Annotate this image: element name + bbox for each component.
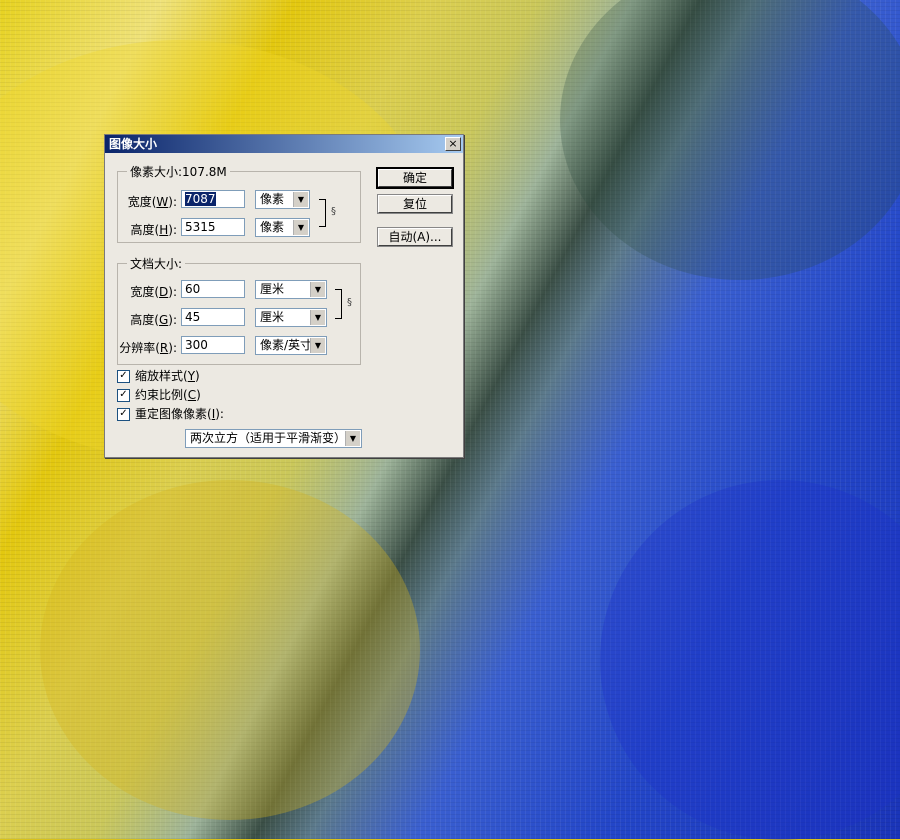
doc-width-label: 宽度(D):: [130, 285, 177, 299]
doc-link-bracket: [335, 289, 342, 319]
auto-button[interactable]: 自动(A)...: [377, 227, 453, 247]
checkbox-checked-icon: ✓: [117, 370, 130, 383]
close-icon[interactable]: ×: [445, 137, 461, 151]
image-size-dialog: 图像大小 × 像素大小:107.8M 宽度(W): 7087 像素 ▼ 高度(H…: [104, 134, 464, 458]
doc-height-input[interactable]: 45: [181, 308, 245, 326]
pixel-width-input[interactable]: 7087: [181, 190, 245, 208]
chevron-down-icon: ▼: [310, 338, 325, 353]
ok-button[interactable]: 确定: [376, 167, 454, 189]
chain-link-icon: §: [347, 297, 352, 308]
resample-image-checkbox[interactable]: ✓ 重定图像像素(I):: [117, 407, 224, 423]
checkbox-checked-icon: ✓: [117, 389, 130, 402]
resolution-label: 分辨率(R):: [119, 341, 177, 355]
pixel-width-unit-select[interactable]: 像素 ▼: [255, 190, 310, 209]
chain-link-icon: §: [331, 206, 336, 217]
chevron-down-icon: ▼: [293, 220, 308, 235]
resolution-input[interactable]: 300: [181, 336, 245, 354]
resolution-unit-select[interactable]: 像素/英寸 ▼: [255, 336, 327, 355]
doc-width-unit-select[interactable]: 厘米 ▼: [255, 280, 327, 299]
document-size-legend: 文档大小:: [127, 255, 186, 272]
constrain-proportions-checkbox[interactable]: ✓ 约束比例(C): [117, 388, 201, 404]
doc-height-unit-select[interactable]: 厘米 ▼: [255, 308, 327, 327]
checkbox-checked-icon: ✓: [117, 408, 130, 421]
pixel-width-label: 宽度(W):: [127, 195, 177, 209]
pixel-height-input[interactable]: 5315: [181, 218, 245, 236]
chevron-down-icon: ▼: [310, 282, 325, 297]
pixel-dimensions-legend: 像素大小:107.8M: [127, 163, 230, 180]
pixel-height-unit-select[interactable]: 像素 ▼: [255, 218, 310, 237]
doc-height-label: 高度(G):: [130, 313, 177, 327]
dialog-titlebar: 图像大小 ×: [105, 135, 463, 153]
pixel-link-bracket: [319, 199, 326, 227]
resample-method-select[interactable]: 两次立方（适用于平滑渐变） ▼: [185, 429, 362, 448]
dialog-title: 图像大小: [109, 137, 158, 151]
doc-width-input[interactable]: 60: [181, 280, 245, 298]
chevron-down-icon: ▼: [345, 431, 360, 446]
chevron-down-icon: ▼: [293, 192, 308, 207]
reset-button[interactable]: 复位: [377, 194, 453, 214]
chevron-down-icon: ▼: [310, 310, 325, 325]
pixel-height-label: 高度(H):: [130, 223, 177, 237]
scale-styles-checkbox[interactable]: ✓ 缩放样式(Y): [117, 369, 200, 385]
